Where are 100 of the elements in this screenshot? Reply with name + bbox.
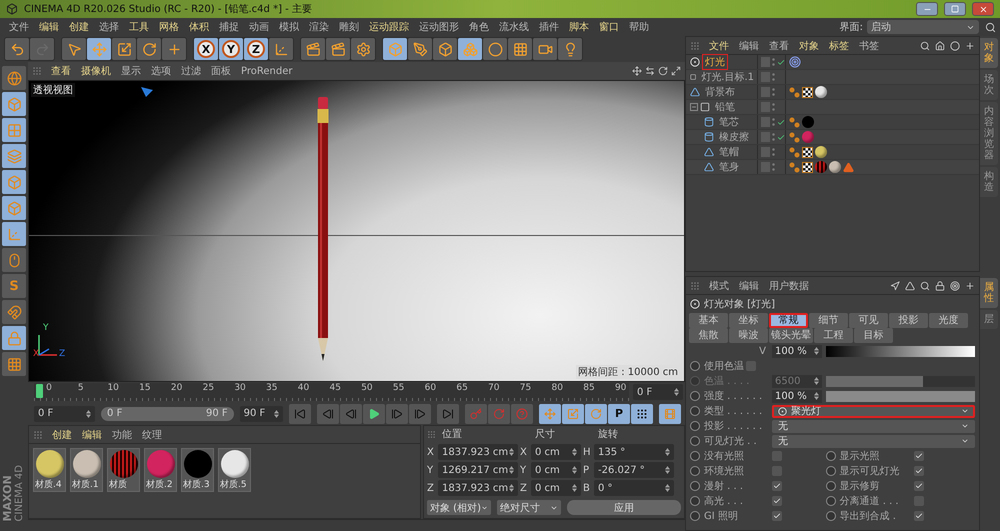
size-field[interactable]: 0 cm [531, 444, 581, 460]
menu-item[interactable]: 过滤 [176, 64, 206, 78]
menu-item[interactable]: 帮助 [624, 20, 654, 34]
axis-button[interactable]: Z [244, 38, 268, 60]
material-tag-icon[interactable] [815, 86, 827, 98]
tab[interactable]: 细节 [809, 313, 848, 328]
position-field[interactable]: 1837.923 cm [438, 480, 518, 496]
menu-item[interactable]: 工具 [124, 20, 154, 34]
lock-icon[interactable] [935, 280, 945, 290]
spinner-icon[interactable] [665, 466, 670, 474]
menu-item[interactable]: 角色 [464, 20, 494, 34]
value-field[interactable]: 100 % [772, 344, 822, 358]
tool-button[interactable] [2, 248, 26, 272]
texture-tag-icon[interactable] [802, 162, 813, 172]
menu-item[interactable]: 选择 [94, 20, 124, 34]
tab[interactable]: 镜头光晕 [769, 328, 813, 343]
tool-button[interactable] [326, 38, 350, 60]
current-frame-field[interactable]: 0 F [633, 384, 683, 400]
menu-item[interactable]: 选项 [146, 64, 176, 78]
check-icon[interactable] [776, 132, 786, 142]
tool-button[interactable] [269, 38, 293, 60]
menu-item[interactable]: 创建 [64, 20, 94, 34]
check-icon[interactable] [776, 58, 786, 66]
menu-item[interactable]: 查看 [46, 64, 76, 78]
tool-button[interactable] [433, 38, 457, 60]
material-swatch[interactable]: 材质.5 [218, 448, 251, 492]
menu-item[interactable]: 体积 [184, 20, 214, 34]
spinner-icon[interactable] [572, 484, 577, 492]
move-icon[interactable] [632, 66, 642, 76]
menu-item[interactable]: 捕捉 [214, 20, 244, 34]
material-tag-icon[interactable] [829, 161, 841, 173]
spinner-icon[interactable] [674, 388, 679, 396]
tool-button[interactable] [2, 66, 26, 90]
menu-item[interactable]: 模拟 [274, 20, 304, 34]
tool-button[interactable] [2, 300, 26, 324]
checkbox[interactable] [914, 451, 924, 461]
object-row[interactable]: 背景布 [686, 85, 979, 100]
collapse-icon[interactable] [690, 103, 698, 111]
position-field[interactable]: 1269.217 cm [438, 462, 518, 478]
material-swatch[interactable]: 材质.1 [70, 448, 103, 492]
tab[interactable]: 坐标 [729, 313, 768, 328]
phong-tag-icon[interactable] [789, 132, 800, 142]
menu-item[interactable]: 编辑 [34, 20, 64, 34]
apply-button[interactable]: 应用 [567, 500, 681, 515]
menu-item[interactable]: 文件 [4, 20, 34, 34]
material-swatch[interactable]: 材质.3 [181, 448, 214, 492]
menu-item[interactable]: 文件 [704, 38, 734, 52]
object-row[interactable]: 灯光 [686, 55, 979, 70]
spinner-icon[interactable] [509, 448, 514, 456]
texture-tag-icon[interactable] [802, 146, 813, 158]
menu-item[interactable]: 模式 [704, 278, 734, 292]
tool-button[interactable] [351, 38, 375, 60]
tab[interactable]: 工程 [814, 328, 853, 343]
maximize-icon[interactable] [671, 66, 681, 76]
spinner-icon[interactable] [274, 410, 279, 418]
tool-button[interactable] [408, 38, 432, 60]
menu-item[interactable]: 摄像机 [76, 64, 116, 78]
checkbox[interactable] [914, 511, 924, 521]
animate-toggle[interactable] [826, 466, 836, 476]
range-slider[interactable]: 0 F 90 F [101, 406, 234, 420]
tool-button[interactable] [533, 38, 557, 60]
minimize-button[interactable] [916, 2, 938, 16]
home-icon[interactable] [935, 40, 945, 50]
object-row[interactable]: 笔帽 [686, 145, 979, 160]
checkbox[interactable] [772, 496, 782, 506]
side-tab[interactable]: 对象 [980, 38, 998, 68]
menu-item[interactable]: 渲染 [304, 20, 334, 34]
animate-toggle[interactable] [826, 511, 836, 521]
material-swatch[interactable]: 材质.4 [33, 448, 66, 492]
tool-button[interactable] [508, 38, 532, 60]
menu-item[interactable]: 编辑 [734, 278, 764, 292]
spinner-icon[interactable] [814, 377, 819, 385]
menu-item[interactable]: 运动图形 [414, 20, 464, 34]
start-frame-field[interactable]: 0 F [34, 406, 96, 422]
arrows-icon[interactable] [645, 66, 655, 76]
tool-button[interactable] [301, 38, 325, 60]
axis-button[interactable]: Y [219, 38, 243, 60]
tab[interactable]: 焦散 [689, 328, 728, 343]
tool-button[interactable] [558, 38, 582, 60]
menu-item[interactable]: 用户数据 [764, 278, 814, 292]
object-row[interactable]: 笔身 [686, 160, 979, 175]
rotation-field[interactable]: 135 ° [594, 444, 674, 460]
transport-button[interactable]: P [608, 404, 630, 424]
dropdown[interactable]: 无 [772, 420, 975, 432]
menu-item[interactable]: 雕刻 [334, 20, 364, 34]
size-field[interactable]: 0 cm [531, 480, 581, 496]
object-row[interactable]: 笔芯 [686, 115, 979, 130]
checkbox[interactable] [772, 511, 782, 521]
animate-toggle[interactable] [826, 451, 836, 461]
3d-viewport[interactable]: 透视视图 Y X Z 网格间距 : 10000 cm [28, 80, 685, 382]
tab[interactable]: 可见 [849, 313, 888, 328]
menu-item[interactable]: 编辑 [734, 38, 764, 52]
menu-item[interactable]: 窗口 [594, 20, 624, 34]
checkbox[interactable] [914, 481, 924, 491]
object-row[interactable]: 灯光.目标.1 [686, 70, 979, 85]
tab[interactable]: 投影 [889, 313, 928, 328]
menu-item[interactable]: 纹理 [137, 428, 167, 442]
phong-tag-icon[interactable] [789, 116, 800, 128]
position-field[interactable]: 1837.923 cm [438, 444, 518, 460]
size-mode-dropdown[interactable]: 绝对尺寸 [497, 500, 561, 515]
